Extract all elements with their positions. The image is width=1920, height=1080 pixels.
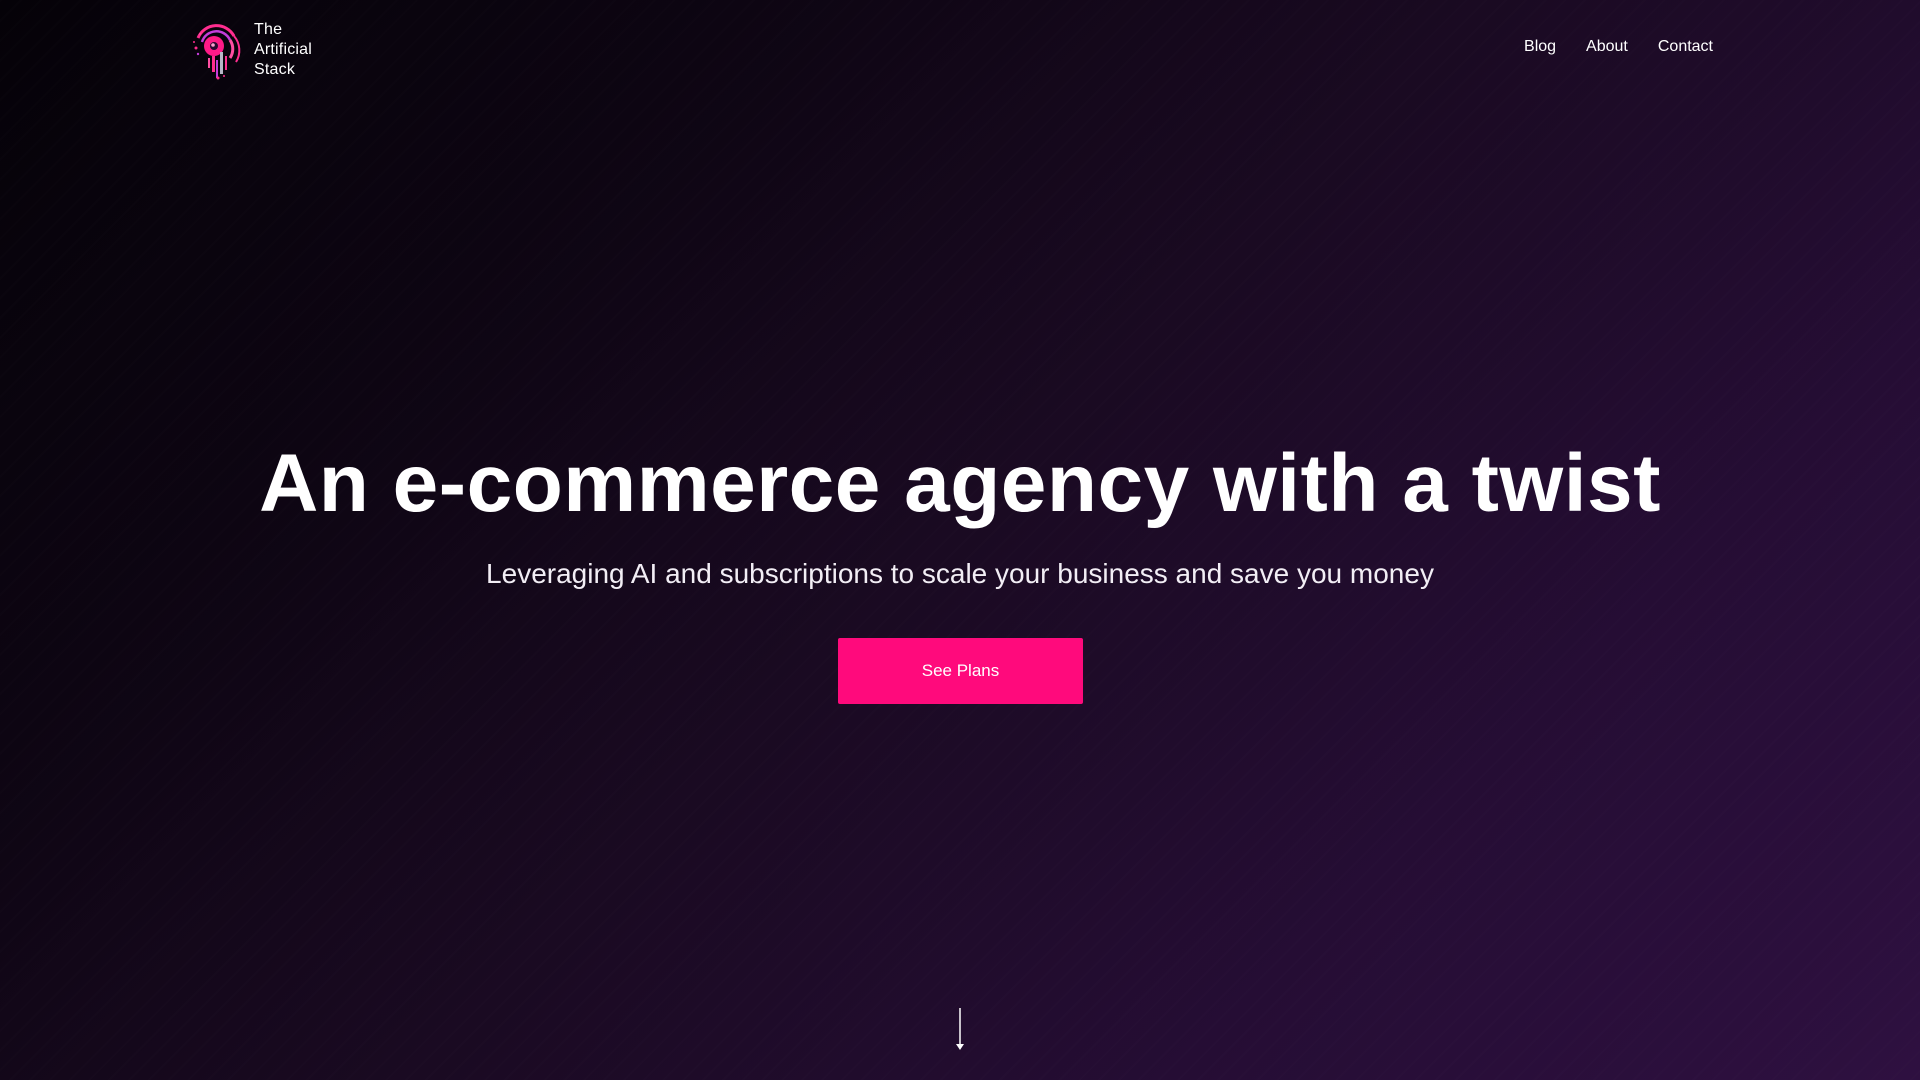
brand-name-line2: Artificial [254, 41, 313, 58]
arrow-down-icon[interactable] [955, 1008, 965, 1052]
brand-logo-icon [193, 24, 241, 80]
brand-name-line3: Stack [254, 61, 296, 78]
nav-about-link[interactable]: About [1586, 38, 1628, 56]
hero-section: The Artificial Stack Blog About Contact … [0, 0, 1920, 1080]
main-nav: Blog About Contact [1524, 38, 1713, 56]
hero-subheadline: Leveraging AI and subscriptions to scale… [486, 558, 1434, 589]
brand-name: The Artificial Stack [254, 20, 312, 80]
nav-contact-link[interactable]: Contact [1658, 38, 1713, 56]
see-plans-button[interactable]: See Plans [838, 638, 1083, 704]
hero-headline: An e-commerce agency with a twist [259, 438, 1661, 529]
brand-name-line1: The [254, 21, 283, 38]
brand-link[interactable]: The Artificial Stack [190, 18, 312, 82]
nav-blog-link[interactable]: Blog [1524, 38, 1556, 56]
site-header: The Artificial Stack Blog About Contact [0, 0, 1920, 100]
